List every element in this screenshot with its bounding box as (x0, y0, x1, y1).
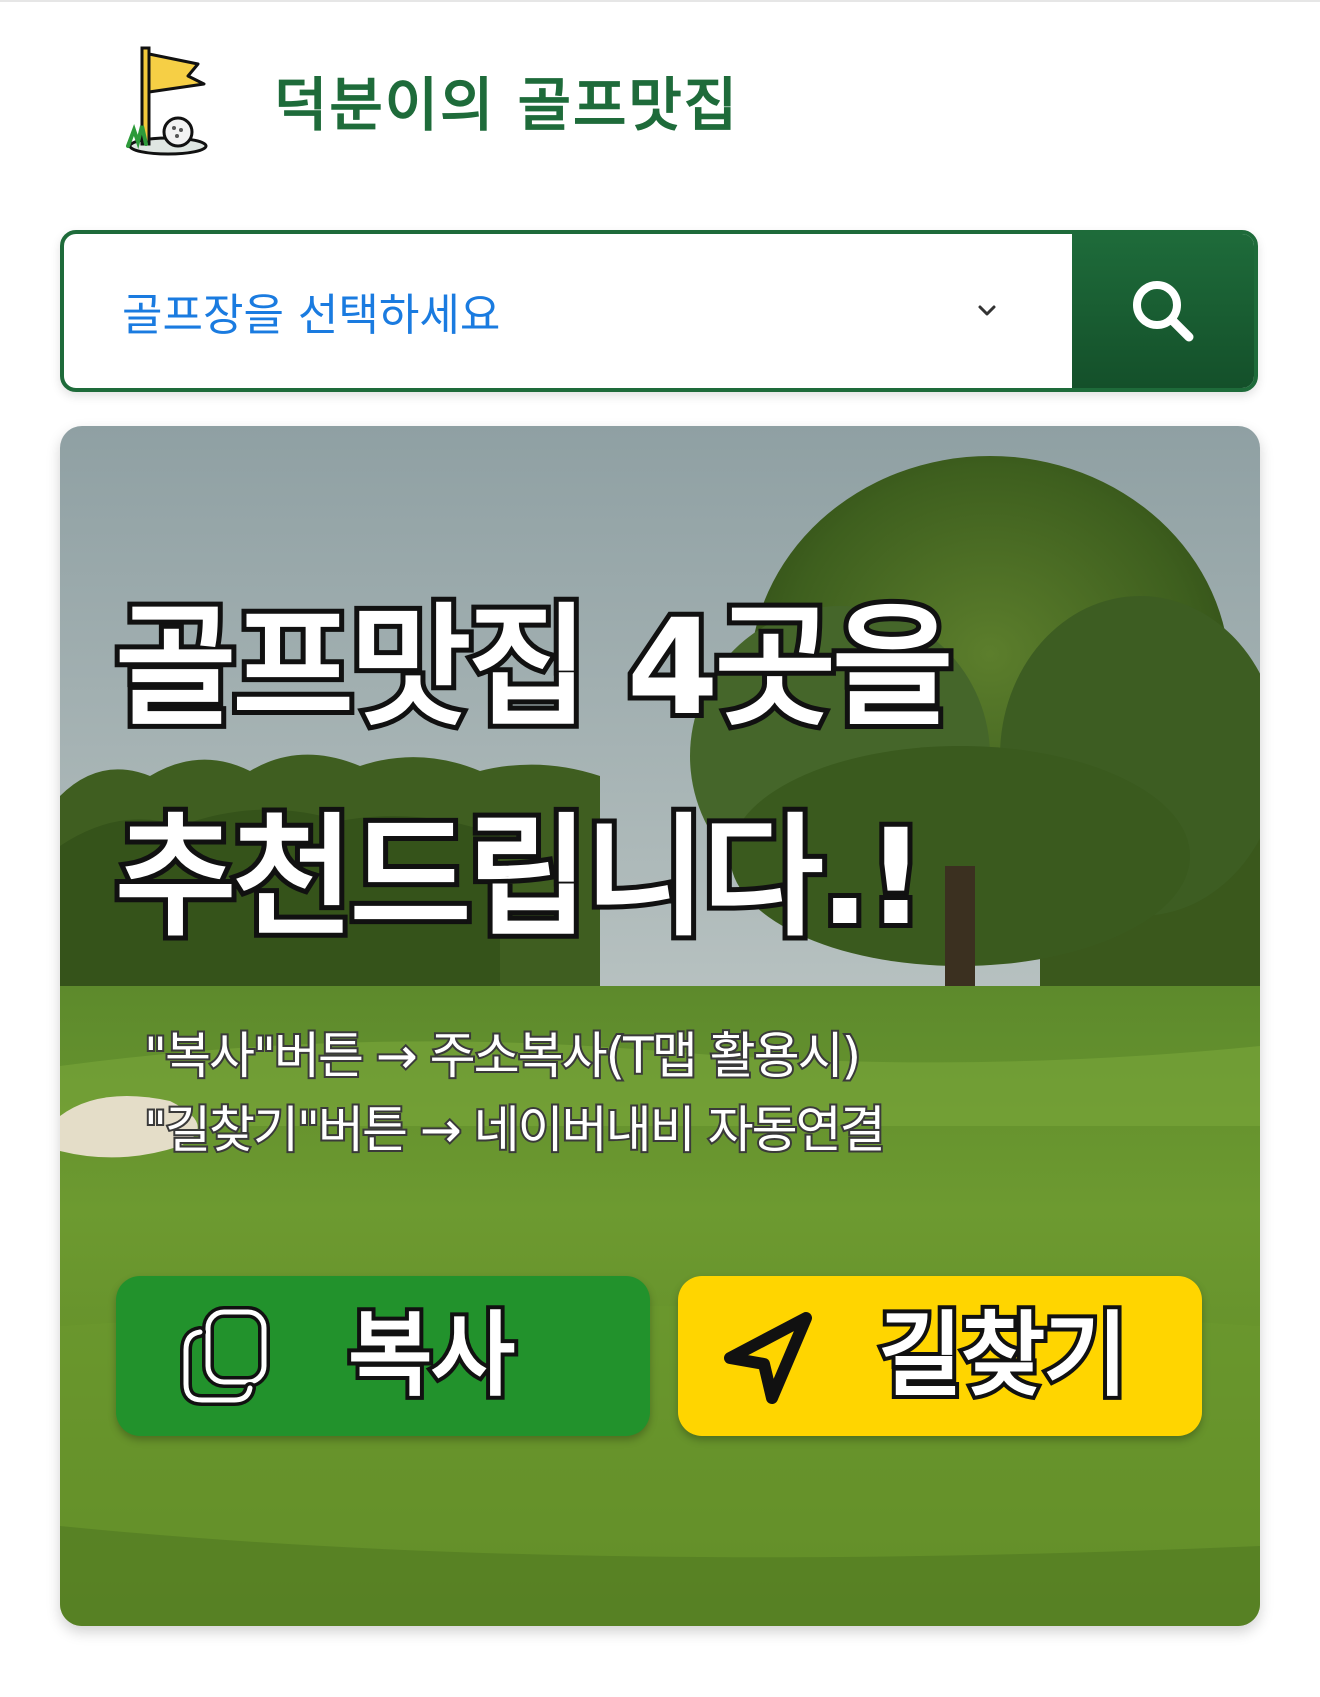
copy-button-label: 복사 (344, 1300, 519, 1412)
top-divider (0, 0, 1320, 2)
navigation-button-label: 길찾기 (874, 1300, 1132, 1412)
copy-icon (180, 1306, 270, 1406)
banner-headline-line1: 골프맛집 4곳을 (110, 591, 958, 745)
banner-headline-line2: 추천드립니다.! (110, 801, 931, 955)
banner-subtext-copy: "복사"버튼 → 주소복사(T맵 활용시) (142, 1025, 863, 1087)
banner-subtext-nav: "길찾기"버튼 → 네이버내비 자동연결 (142, 1099, 888, 1161)
recommendation-banner: 골프맛집 4곳을 추천드립니다.! "복사"버튼 → 주소복사(T맵 활용시) … (60, 426, 1260, 1626)
golf-flag-icon[interactable] (120, 42, 216, 158)
search-button[interactable] (1072, 234, 1254, 388)
chevron-down-icon (978, 305, 996, 316)
select-placeholder: 골프장을 선택하세요 (122, 290, 501, 341)
navigation-button[interactable]: 길찾기 (678, 1276, 1202, 1436)
site-header: 덕분이의 골프맛집 (120, 40, 739, 160)
site-title[interactable]: 덕분이의 골프맛집 (274, 58, 739, 142)
search-icon (1133, 281, 1194, 342)
golf-course-search: 골프장을 선택하세요 (60, 230, 1258, 392)
copy-button[interactable]: 복사 (116, 1276, 650, 1436)
navigation-arrow-icon (724, 1312, 812, 1404)
golf-course-select[interactable]: 골프장을 선택하세요 (64, 234, 1072, 388)
